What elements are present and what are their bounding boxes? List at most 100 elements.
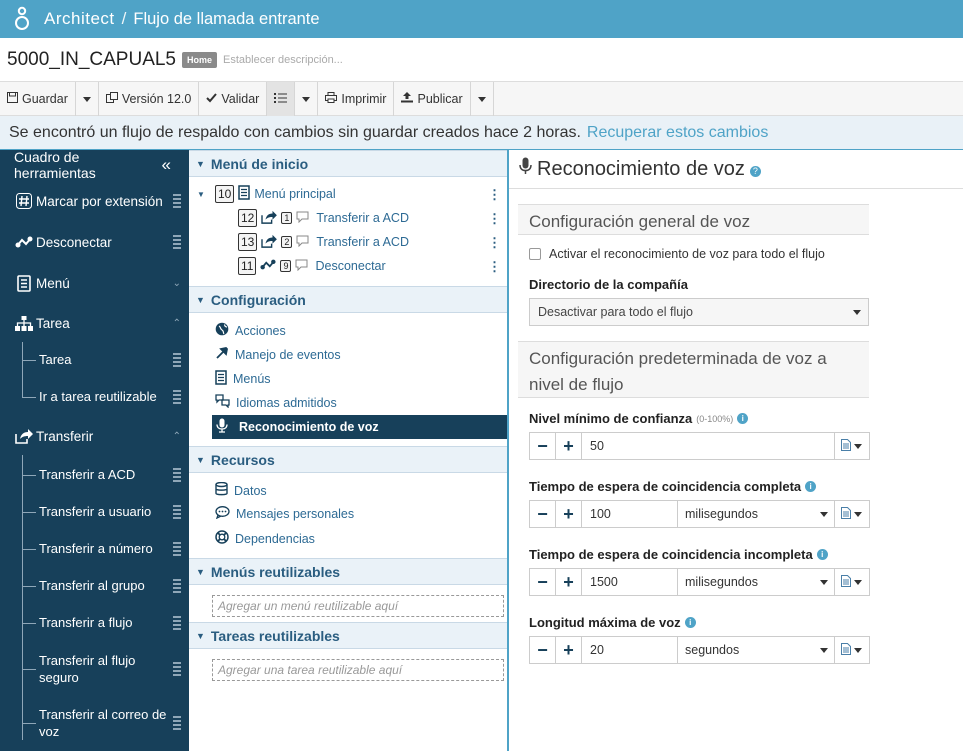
reusable-menu-dropzone[interactable]: Agregar un menú reutilizable aquí: [212, 595, 504, 617]
decrement-button[interactable]: −: [530, 569, 556, 595]
drag-handle-icon[interactable]: [173, 505, 181, 519]
drag-handle-icon[interactable]: [173, 353, 181, 367]
section-resources[interactable]: ▼ Recursos: [189, 446, 507, 473]
toolbox-item-ir-tarea[interactable]: Ir a tarea reutilizable: [22, 386, 189, 408]
expression-toggle-button[interactable]: [835, 637, 867, 663]
increment-button[interactable]: +: [556, 637, 582, 663]
genesys-logo-icon[interactable]: [0, 5, 44, 33]
expression-toggle-button[interactable]: [835, 433, 867, 459]
section-reusable-tasks[interactable]: ▼ Tareas reutilizables: [189, 622, 507, 649]
toolbox-item-t-flujo[interactable]: Transferir a flujo: [22, 612, 189, 634]
enable-speech-checkbox[interactable]: [529, 248, 541, 260]
max-speech-label: Longitud máxima de voz i: [529, 615, 696, 630]
version-button[interactable]: Versión 12.0: [99, 82, 200, 116]
complete-timeout-input[interactable]: 100: [582, 501, 678, 527]
drag-handle-icon[interactable]: [173, 542, 181, 556]
config-item-languages[interactable]: Idiomas admitidos: [215, 394, 337, 411]
enable-speech-checkbox-row[interactable]: Activar el reconocimiento de voz para to…: [529, 247, 825, 261]
drag-handle-icon[interactable]: [173, 579, 181, 593]
dtmf-key: 1: [281, 212, 293, 224]
toolbox-item-t-acd[interactable]: Transferir a ACD: [22, 464, 189, 486]
resource-item-data[interactable]: Datos: [215, 481, 267, 499]
tree-node-transfer-acd-2[interactable]: 13 2 Transferir a ACD: [238, 233, 409, 251]
chevron-up-icon[interactable]: ⌃: [173, 318, 181, 329]
tree-node-main-menu[interactable]: ▼ 10 Menú principal: [197, 185, 336, 203]
help-icon[interactable]: ?: [749, 165, 761, 177]
print-button[interactable]: Imprimir: [318, 82, 395, 116]
section-start-menu[interactable]: ▼ Menú de inicio: [189, 150, 507, 177]
save-dropdown-button[interactable]: [76, 82, 99, 116]
toolbox-item-desconectar[interactable]: Desconectar: [0, 229, 189, 255]
toolbox-item-menu[interactable]: Menú ⌄: [0, 270, 189, 296]
complete-timeout-unit-select[interactable]: milisegundos: [678, 501, 835, 527]
toolbox-item-marcar[interactable]: Marcar por extensión: [0, 188, 189, 214]
toolbox-item-t-correo[interactable]: Transferir al correo de voz: [22, 705, 189, 741]
toolbox-item-transferir[interactable]: Transferir ⌃: [0, 423, 189, 449]
node-options-icon[interactable]: ⋮: [488, 259, 501, 275]
recover-changes-link[interactable]: Recuperar estos cambios: [587, 124, 768, 142]
increment-button[interactable]: +: [556, 569, 582, 595]
decrement-button[interactable]: −: [530, 433, 556, 459]
toolbox-item-t-numero[interactable]: Transferir a número: [22, 538, 189, 560]
tree-node-transfer-acd-1[interactable]: 12 1 Transferir a ACD: [238, 209, 409, 227]
drag-handle-icon[interactable]: [173, 662, 181, 676]
drag-handle-icon[interactable]: [173, 716, 181, 730]
description-field[interactable]: Establecer descripción...: [223, 54, 343, 66]
section-reusable-menus[interactable]: ▼ Menús reutilizables: [189, 558, 507, 585]
toolbox-item-t-usuario[interactable]: Transferir a usuario: [22, 501, 189, 523]
decrement-button[interactable]: −: [530, 501, 556, 527]
flow-name[interactable]: 5000_IN_CAPUAL5: [7, 49, 176, 71]
complete-timeout-label: Tiempo de espera de coincidencia complet…: [529, 479, 817, 494]
max-speech-unit-select[interactable]: segundos: [678, 637, 835, 663]
info-icon[interactable]: i: [816, 549, 828, 560]
max-speech-input[interactable]: 20: [582, 637, 678, 663]
config-item-label: Reconocimiento de voz: [239, 420, 379, 434]
config-item-menus[interactable]: Menús: [215, 370, 271, 388]
collapse-icon[interactable]: «: [162, 155, 171, 175]
chevron-up-icon[interactable]: ⌃: [173, 431, 181, 442]
validate-button[interactable]: Validar: [199, 82, 268, 116]
drag-handle-icon[interactable]: [173, 616, 181, 630]
directory-select[interactable]: Desactivar para todo el flujo: [529, 298, 869, 326]
node-options-icon[interactable]: ⋮: [488, 187, 501, 203]
expression-toggle-button[interactable]: [835, 501, 867, 527]
view-dropdown-button[interactable]: [295, 82, 319, 116]
increment-button[interactable]: +: [556, 433, 582, 459]
toolbox-item-t-grupo[interactable]: Transferir al grupo: [22, 575, 189, 597]
save-button[interactable]: Guardar: [0, 82, 76, 116]
incomplete-timeout-unit-select[interactable]: milisegundos: [678, 569, 835, 595]
incomplete-timeout-input[interactable]: 1500: [582, 569, 678, 595]
resource-item-messages[interactable]: Mensajes personales: [215, 506, 354, 522]
increment-button[interactable]: +: [556, 501, 582, 527]
microphone-icon: [519, 157, 532, 181]
toolbox-item-tarea[interactable]: Tarea ⌃: [0, 310, 189, 336]
reusable-task-dropzone[interactable]: Agregar una tarea reutilizable aquí: [212, 659, 504, 681]
drag-handle-icon[interactable]: [173, 194, 181, 208]
expand-triangle-icon[interactable]: ▼: [197, 190, 211, 199]
publish-dropdown-button[interactable]: [471, 82, 494, 116]
toolbox-item-tarea-sub[interactable]: Tarea: [22, 349, 189, 371]
info-icon[interactable]: i: [737, 413, 749, 424]
publish-button[interactable]: Publicar: [394, 82, 471, 116]
tree-connector: [22, 360, 36, 361]
list-view-button[interactable]: [267, 82, 296, 116]
drag-handle-icon[interactable]: [173, 390, 181, 404]
decrement-button[interactable]: −: [530, 637, 556, 663]
expression-toggle-button[interactable]: [835, 569, 867, 595]
chevron-down-icon[interactable]: ⌄: [173, 278, 181, 289]
node-options-icon[interactable]: ⋮: [488, 211, 501, 227]
info-icon[interactable]: i: [805, 481, 817, 492]
collapse-triangle-icon: ▼: [196, 566, 205, 577]
drag-handle-icon[interactable]: [173, 235, 181, 249]
node-options-icon[interactable]: ⋮: [488, 235, 501, 251]
tree-node-disconnect[interactable]: 11 9 Desconectar: [238, 257, 386, 275]
info-icon[interactable]: i: [684, 617, 696, 628]
config-item-events[interactable]: Manejo de eventos: [215, 346, 341, 363]
resource-item-dependencies[interactable]: Dependencias: [215, 530, 315, 547]
config-item-speech-recognition[interactable]: Reconocimiento de voz: [212, 415, 507, 439]
section-config[interactable]: ▼ Configuración: [189, 286, 507, 313]
config-item-actions[interactable]: Acciones: [215, 322, 286, 339]
toolbox-item-t-flujo-seguro[interactable]: Transferir al flujo seguro: [22, 651, 189, 687]
confidence-input[interactable]: 50: [582, 433, 835, 459]
drag-handle-icon[interactable]: [173, 468, 181, 482]
